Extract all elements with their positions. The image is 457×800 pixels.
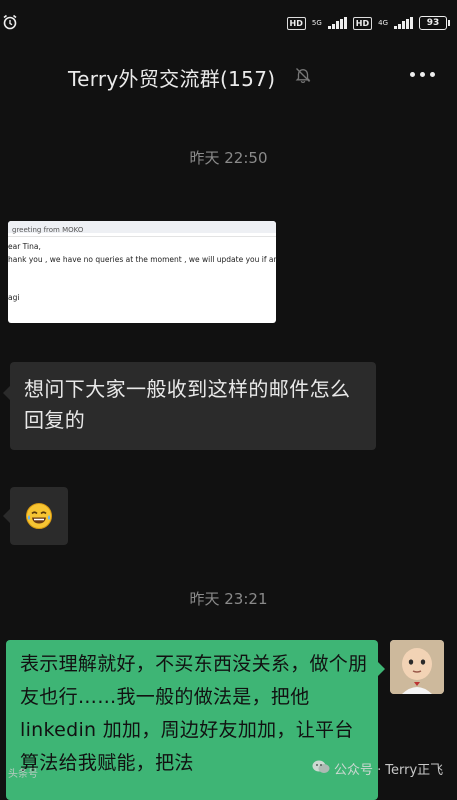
avatar[interactable]	[390, 640, 444, 694]
watermark-left: 头条号	[8, 769, 38, 780]
timestamp: 昨天 23:21	[189, 590, 268, 608]
status-bar: HD 5G HD 4G 93	[0, 0, 457, 40]
bell-slash-icon	[294, 66, 312, 84]
email-body: hank you , we have no queries at the mom…	[8, 255, 276, 264]
group-title: Terry外贸交流群(157)	[68, 67, 276, 91]
message-bubble-emoji[interactable]	[3, 487, 68, 545]
battery-icon: 93	[419, 16, 450, 30]
network-type-2: 4G	[378, 18, 388, 27]
status-left	[2, 14, 18, 34]
laughing-tears-emoji-icon	[25, 502, 53, 530]
alarm-icon	[2, 14, 18, 34]
more-dots-icon[interactable]	[410, 72, 435, 77]
message-text: 想问下大家一般收到这样的邮件怎么回复的	[24, 377, 351, 432]
watermark-prefix: 公众号 ·	[334, 763, 382, 778]
watermark-right: 公众号 · Terry正飞	[312, 759, 443, 778]
email-greeting: ear Tina,	[8, 242, 41, 251]
chat-header: Terry外贸交流群(157)	[0, 56, 457, 96]
timestamp: 昨天 22:50	[189, 149, 268, 167]
network-type-1: 5G	[311, 18, 322, 27]
signal-icon-2	[394, 17, 413, 29]
status-right: HD 5G HD 4G 93	[286, 16, 450, 30]
watermark-name: Terry正飞	[385, 763, 444, 778]
hd-badge-1: HD	[286, 16, 306, 30]
message-bubble-question[interactable]: 想问下大家一般收到这样的邮件怎么回复的	[3, 362, 376, 450]
email-signature: agi	[8, 293, 20, 302]
hd-badge-2: HD	[352, 16, 373, 30]
signal-icon-1	[327, 17, 347, 29]
email-screenshot-image[interactable]: greeting from MOKO ear Tina, hank you , …	[8, 221, 276, 323]
email-subject: greeting from MOKO	[12, 226, 84, 234]
wechat-icon	[312, 760, 330, 778]
